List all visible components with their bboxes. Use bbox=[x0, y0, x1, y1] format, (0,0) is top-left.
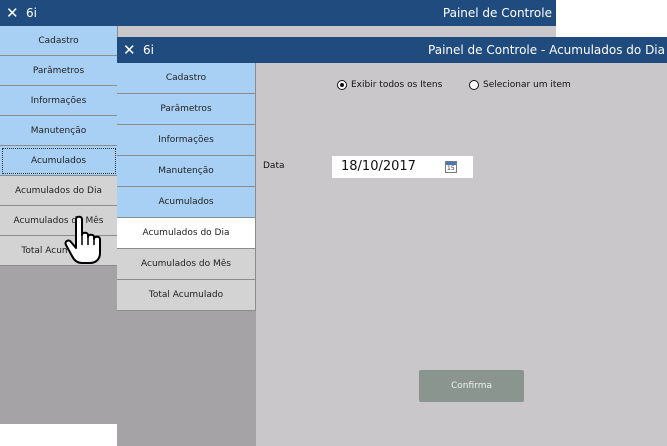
radio-unchecked-icon[interactable] bbox=[469, 80, 479, 90]
nav-parametros[interactable]: Parâmetros bbox=[117, 94, 256, 125]
nav-informacoes[interactable]: Informações bbox=[0, 86, 118, 116]
confirm-button[interactable]: Confirma bbox=[419, 370, 524, 402]
date-value: 18/10/2017 bbox=[341, 159, 416, 174]
nav-manutencao[interactable]: Manutenção bbox=[0, 116, 118, 146]
date-label: Data bbox=[263, 161, 285, 171]
back-titlebar: ✕ 6i Painel de Controle bbox=[0, 0, 556, 26]
window-title: Painel de Controle - Acumulados do Dia bbox=[428, 43, 665, 57]
nav-cadastro[interactable]: Cadastro bbox=[0, 26, 118, 56]
date-field[interactable]: 18/10/2017 15 bbox=[332, 156, 473, 178]
radio-exibir-todos[interactable]: Exibir todos os Itens bbox=[337, 80, 442, 90]
close-icon[interactable]: ✕ bbox=[123, 40, 136, 60]
window-title: Painel de Controle bbox=[442, 6, 552, 20]
nav-acumulados-dia[interactable]: Acumulados do Dia bbox=[117, 218, 256, 249]
front-window: ✕ 6i Painel de Controle - Acumulados do … bbox=[117, 37, 667, 446]
nav-total-acumulado[interactable]: Total Acumulado bbox=[117, 280, 256, 311]
radio-selecionar-item-label: Selecionar um item bbox=[483, 80, 571, 90]
radio-checked-icon[interactable] bbox=[337, 80, 347, 90]
app-name: 6i bbox=[26, 6, 37, 20]
app-name: 6i bbox=[143, 43, 154, 57]
nav-acumulados[interactable]: Acumulados bbox=[0, 146, 118, 176]
nav-cadastro[interactable]: Cadastro bbox=[117, 63, 256, 94]
front-titlebar: ✕ 6i Painel de Controle - Acumulados do … bbox=[117, 37, 667, 63]
nav-manutencao[interactable]: Manutenção bbox=[117, 156, 256, 187]
nav-acumulados-dia[interactable]: Acumulados do Dia bbox=[0, 176, 118, 206]
close-icon[interactable]: ✕ bbox=[6, 3, 19, 23]
nav-acumulados[interactable]: Acumulados bbox=[117, 187, 256, 218]
calendar-icon-day: 15 bbox=[447, 165, 455, 172]
main-content: Exibir todos os Itens Selecionar um item… bbox=[256, 63, 667, 446]
nav-parametros[interactable]: Parâmetros bbox=[0, 56, 118, 86]
nav-informacoes[interactable]: Informações bbox=[117, 125, 256, 156]
radio-selecionar-item[interactable]: Selecionar um item bbox=[469, 80, 571, 90]
nav-acumulados-mes[interactable]: Acumulados do Mês bbox=[117, 249, 256, 280]
radio-exibir-todos-label: Exibir todos os Itens bbox=[351, 80, 443, 90]
calendar-icon[interactable]: 15 bbox=[445, 161, 457, 173]
hand-cursor-icon bbox=[64, 215, 101, 264]
front-sidebar: Cadastro Parâmetros Informações Manutenç… bbox=[117, 63, 256, 446]
